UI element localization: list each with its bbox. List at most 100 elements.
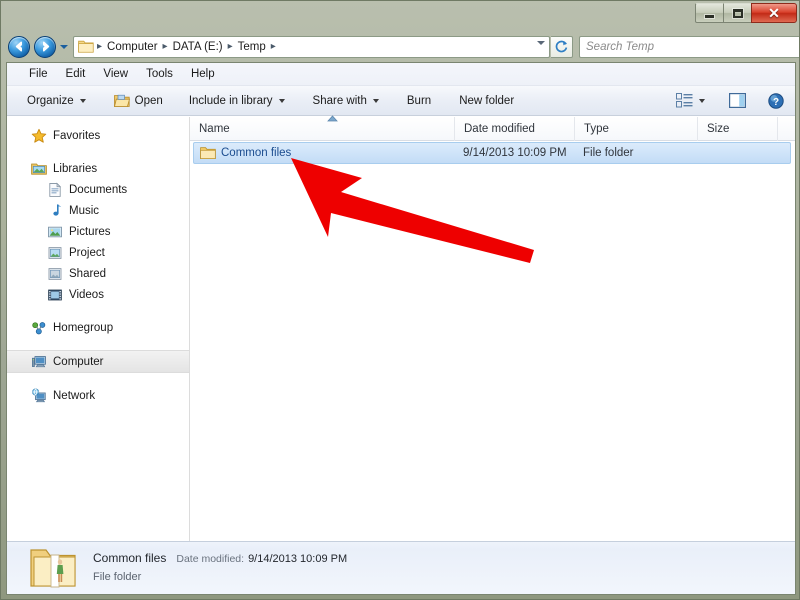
- table-row[interactable]: Common files 9/14/2013 10:09 PM File fol…: [193, 142, 791, 164]
- recent-pages-dropdown[interactable]: [59, 36, 69, 58]
- back-button[interactable]: [8, 36, 30, 58]
- sidebar-label-project: Project: [69, 247, 105, 259]
- breadcrumb-temp[interactable]: Temp: [235, 39, 269, 55]
- minimize-button[interactable]: [695, 3, 724, 23]
- search-box[interactable]: [579, 36, 800, 58]
- sidebar-item-pictures[interactable]: Pictures: [7, 221, 189, 242]
- details-line-1: Common files Date modified: 9/14/2013 10…: [93, 550, 347, 568]
- sidebar-item-shared[interactable]: Shared: [7, 263, 189, 284]
- column-label-size: Size: [707, 123, 729, 135]
- svg-text:?: ?: [773, 97, 779, 108]
- sidebar-label-shared: Shared: [69, 268, 106, 280]
- view-list-icon: [676, 93, 693, 108]
- menu-edit[interactable]: Edit: [58, 66, 94, 82]
- column-header-name[interactable]: Name: [190, 117, 455, 141]
- explorer-body: Favorites Libraries: [7, 117, 795, 541]
- network-icon: [31, 388, 47, 404]
- sidebar-item-music[interactable]: Music: [7, 200, 189, 221]
- chevron-down-icon: [373, 99, 379, 103]
- new-folder-label: New folder: [459, 95, 514, 107]
- library-icon: [47, 245, 63, 261]
- minimize-icon: [705, 15, 714, 18]
- close-icon: ✕: [768, 6, 780, 20]
- chevron-down-icon: [60, 45, 68, 49]
- details-text-block: Common files Date modified: 9/14/2013 10…: [93, 550, 347, 586]
- sidebar-item-project[interactable]: Project: [7, 242, 189, 263]
- folder-icon: [200, 146, 216, 160]
- address-bar[interactable]: ▸ Computer ▸ DATA (E:) ▸ Temp ▸: [73, 36, 550, 58]
- sidebar-label-homegroup: Homegroup: [53, 322, 113, 334]
- chevron-down-icon: [279, 99, 285, 103]
- cell-name[interactable]: Common files: [194, 146, 457, 160]
- column-header-type[interactable]: Type: [575, 117, 698, 141]
- address-toolbar: ▸ Computer ▸ DATA (E:) ▸ Temp ▸: [1, 31, 800, 62]
- help-button[interactable]: ?: [763, 90, 789, 112]
- details-date-value: 9/14/2013 10:09 PM: [248, 551, 347, 568]
- breadcrumb-data-e[interactable]: DATA (E:): [170, 39, 226, 55]
- title-bar: ✕: [1, 1, 800, 31]
- maximize-button[interactable]: [723, 3, 752, 23]
- column-header-size[interactable]: Size: [698, 117, 778, 141]
- details-pane: Common files Date modified: 9/14/2013 10…: [7, 541, 795, 594]
- sidebar-label-network: Network: [53, 390, 95, 402]
- chevron-down-icon: [699, 99, 705, 103]
- sidebar-label-pictures: Pictures: [69, 226, 111, 238]
- cell-type: File folder: [577, 147, 700, 159]
- chevron-down-icon: [537, 41, 545, 45]
- sidebar-item-videos[interactable]: Videos: [7, 284, 189, 305]
- column-header-date-modified[interactable]: Date modified: [455, 117, 575, 141]
- column-headers: Name Date modified Type Size: [190, 117, 795, 141]
- explorer-window: ✕ ▸ Computer ▸ DATA (E:): [0, 0, 800, 600]
- homegroup-icon: [31, 320, 47, 336]
- sidebar-gap: [7, 305, 189, 317]
- sidebar-gap: [7, 373, 189, 385]
- search-input[interactable]: [586, 41, 800, 53]
- details-type: File folder: [93, 569, 347, 586]
- menu-tools[interactable]: Tools: [138, 66, 181, 82]
- burn-label: Burn: [407, 95, 431, 107]
- menu-file[interactable]: File: [21, 66, 56, 82]
- folder-large-icon: [29, 546, 77, 590]
- breadcrumb-separator-2: ▸: [226, 41, 235, 52]
- breadcrumb-separator-1: ▸: [161, 41, 170, 52]
- share-label: Share with: [313, 95, 367, 107]
- menu-help[interactable]: Help: [183, 66, 223, 82]
- sidebar-item-network[interactable]: Network: [7, 385, 189, 406]
- file-name-label: Common files: [221, 147, 291, 159]
- preview-pane-button[interactable]: [724, 90, 751, 111]
- sidebar-item-libraries[interactable]: Libraries: [7, 158, 189, 179]
- sidebar-item-homegroup[interactable]: Homegroup: [7, 317, 189, 338]
- sort-ascending-icon: [327, 115, 338, 122]
- sidebar-item-computer[interactable]: Computer: [7, 350, 189, 373]
- sidebar-label-videos: Videos: [69, 289, 104, 301]
- burn-button[interactable]: Burn: [399, 91, 439, 111]
- details-date-label: Date modified:: [176, 551, 244, 568]
- file-list-pane: Name Date modified Type Size: [190, 117, 795, 541]
- sidebar-label-documents: Documents: [69, 184, 127, 196]
- menu-view[interactable]: View: [95, 66, 136, 82]
- organize-button[interactable]: Organize: [19, 91, 94, 111]
- videos-icon: [47, 287, 63, 303]
- open-button[interactable]: Open: [106, 90, 171, 112]
- share-with-button[interactable]: Share with: [305, 91, 387, 111]
- sidebar-item-documents[interactable]: Documents: [7, 179, 189, 200]
- command-bar: Organize Open Include in library Share w…: [7, 86, 795, 116]
- refresh-button[interactable]: [551, 36, 573, 58]
- address-dropdown-button[interactable]: [537, 41, 545, 45]
- music-icon: [47, 203, 63, 219]
- new-folder-button[interactable]: New folder: [451, 91, 522, 111]
- sidebar-gap: [7, 146, 189, 158]
- menu-bar: File Edit View Tools Help: [7, 63, 795, 86]
- sidebar-label-libraries: Libraries: [53, 163, 97, 175]
- close-button[interactable]: ✕: [751, 3, 797, 23]
- change-view-button[interactable]: [671, 90, 710, 111]
- star-icon: [31, 128, 47, 144]
- forward-button[interactable]: [34, 36, 56, 58]
- include-in-library-button[interactable]: Include in library: [181, 91, 293, 111]
- sidebar-label-music: Music: [69, 205, 99, 217]
- window-controls: ✕: [696, 3, 797, 23]
- sidebar-item-favorites[interactable]: Favorites: [7, 125, 189, 146]
- maximize-icon: [733, 9, 743, 18]
- cell-date-modified: 9/14/2013 10:09 PM: [457, 147, 577, 159]
- breadcrumb-computer[interactable]: Computer: [104, 39, 161, 55]
